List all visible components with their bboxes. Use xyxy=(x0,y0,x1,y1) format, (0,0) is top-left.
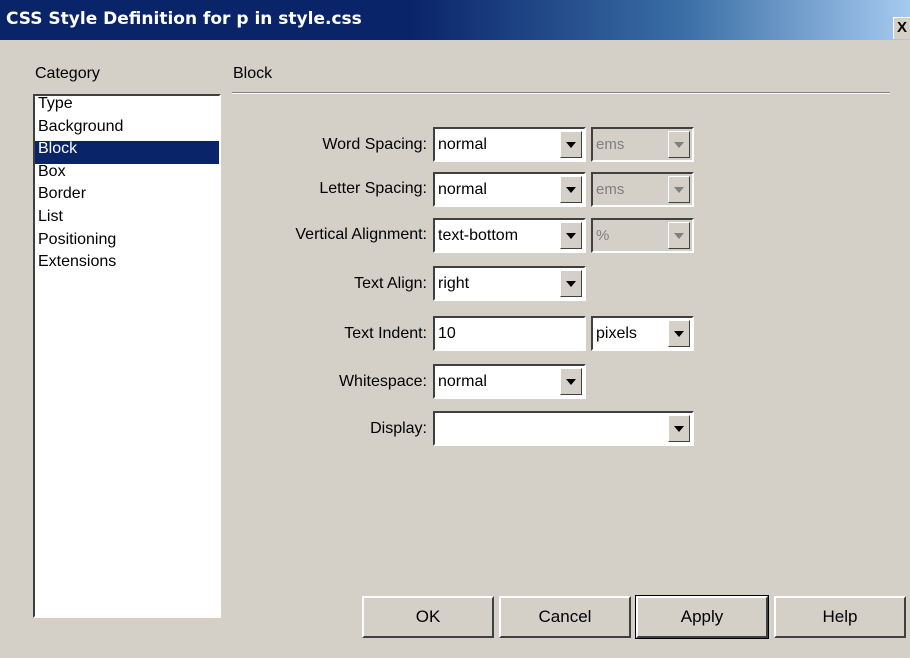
dropdown-arrow-icon[interactable] xyxy=(668,415,690,442)
word-spacing-unit-select: ems xyxy=(591,127,694,162)
word-spacing-label: Word Spacing: xyxy=(322,136,427,153)
close-button[interactable]: X xyxy=(893,17,910,39)
text-indent-label: Text Indent: xyxy=(344,325,427,342)
dropdown-arrow-icon[interactable] xyxy=(560,222,582,249)
help-button[interactable]: Help xyxy=(774,596,906,638)
text-indent-input[interactable]: 10 xyxy=(433,316,586,351)
letter-spacing-value: normal xyxy=(438,181,487,198)
dropdown-arrow-icon xyxy=(668,176,690,203)
category-item-type[interactable]: Type xyxy=(35,96,219,119)
vertical-alignment-select[interactable]: text-bottom xyxy=(433,218,586,253)
ok-button[interactable]: OK xyxy=(362,596,494,638)
vertical-alignment-label: Vertical Alignment: xyxy=(295,226,427,243)
category-heading: Category xyxy=(35,65,100,82)
text-indent-unit-value: pixels xyxy=(596,325,637,342)
letter-spacing-select[interactable]: normal xyxy=(433,172,586,207)
dropdown-arrow-icon[interactable] xyxy=(668,320,690,347)
dropdown-arrow-icon xyxy=(668,222,690,249)
vertical-alignment-unit-value: % xyxy=(596,227,610,244)
text-indent-unit-select[interactable]: pixels xyxy=(591,316,694,351)
whitespace-select[interactable]: normal xyxy=(433,364,586,399)
category-list[interactable]: Type Background Block Box Border List Po… xyxy=(33,94,221,618)
whitespace-label: Whitespace: xyxy=(338,373,427,390)
title-bar: CSS Style Definition for p in style.css xyxy=(0,0,910,40)
word-spacing-select[interactable]: normal xyxy=(433,127,586,162)
dropdown-arrow-icon[interactable] xyxy=(560,131,582,158)
display-label: Display: xyxy=(370,420,427,437)
heading-divider xyxy=(232,92,890,94)
vertical-alignment-unit-select: % xyxy=(591,218,694,253)
letter-spacing-unit-select: ems xyxy=(591,172,694,207)
word-spacing-unit-value: ems xyxy=(596,136,625,153)
cancel-button[interactable]: Cancel xyxy=(499,596,631,638)
text-indent-value: 10 xyxy=(438,325,456,342)
text-align-select[interactable]: right xyxy=(433,266,586,301)
whitespace-value: normal xyxy=(438,373,487,390)
window-title: CSS Style Definition for p in style.css xyxy=(6,9,362,29)
panel-heading: Block xyxy=(233,65,273,82)
vertical-alignment-value: text-bottom xyxy=(438,227,519,244)
close-icon: X xyxy=(897,19,908,36)
category-item-extensions[interactable]: Extensions xyxy=(35,254,219,277)
display-select[interactable] xyxy=(433,411,694,446)
word-spacing-value: normal xyxy=(438,136,487,153)
dropdown-arrow-icon xyxy=(668,131,690,158)
apply-button[interactable]: Apply xyxy=(635,595,769,639)
text-align-value: right xyxy=(438,275,470,292)
letter-spacing-label: Letter Spacing: xyxy=(319,180,427,197)
dropdown-arrow-icon[interactable] xyxy=(560,270,582,297)
text-align-label: Text Align: xyxy=(354,275,427,292)
dropdown-arrow-icon[interactable] xyxy=(560,368,582,395)
letter-spacing-unit-value: ems xyxy=(596,181,625,198)
dropdown-arrow-icon[interactable] xyxy=(560,176,582,203)
